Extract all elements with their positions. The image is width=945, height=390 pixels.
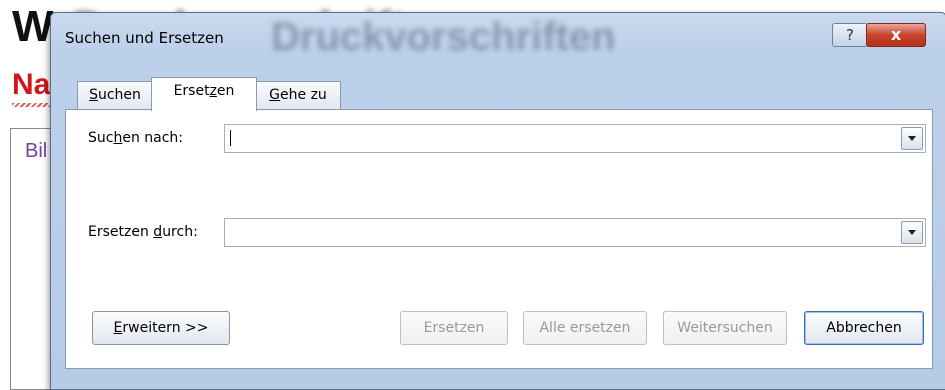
replace-dropdown-arrow-icon[interactable] bbox=[901, 221, 923, 244]
tab-panel-ersetzen: Suchen nach: Ersetzen durch: Erweitern >… bbox=[65, 109, 933, 369]
find-next-button[interactable]: Weitersuchen bbox=[663, 311, 787, 345]
spellcheck-underline bbox=[12, 103, 50, 107]
tab-ersetzen[interactable]: Ersetzen bbox=[151, 77, 257, 111]
find-label: Suchen nach: bbox=[88, 130, 184, 146]
close-button[interactable]: x bbox=[866, 23, 926, 47]
replace-label: Ersetzen durch: bbox=[88, 224, 198, 240]
dialog-title: Suchen und Ersetzen bbox=[65, 29, 224, 47]
replace-button[interactable]: Ersetzen bbox=[400, 311, 508, 345]
cancel-button[interactable]: Abbrechen bbox=[804, 311, 924, 345]
replace-all-button[interactable]: Alle ersetzen bbox=[523, 311, 647, 345]
dialog-titlebar[interactable]: Druckvorschriften Suchen und Ersetzen ? … bbox=[51, 13, 945, 59]
find-replace-dialog: Druckvorschriften Suchen und Ersetzen ? … bbox=[50, 12, 945, 390]
titlebar-blurred-background-text: Druckvorschriften bbox=[271, 15, 616, 59]
document-subtitle: Na bbox=[12, 68, 51, 101]
expand-button[interactable]: Erweitern >> bbox=[92, 311, 230, 345]
find-dropdown-arrow-icon[interactable] bbox=[901, 127, 923, 150]
text-caret bbox=[230, 130, 231, 146]
document-frame-text: Bil bbox=[25, 140, 48, 162]
tab-gehe-zu[interactable]: Gehe zu bbox=[255, 81, 341, 109]
replace-combobox[interactable] bbox=[224, 218, 926, 247]
help-button[interactable]: ? bbox=[832, 23, 868, 47]
tab-suchen[interactable]: Suchen bbox=[77, 81, 153, 109]
find-combobox[interactable] bbox=[224, 124, 926, 153]
